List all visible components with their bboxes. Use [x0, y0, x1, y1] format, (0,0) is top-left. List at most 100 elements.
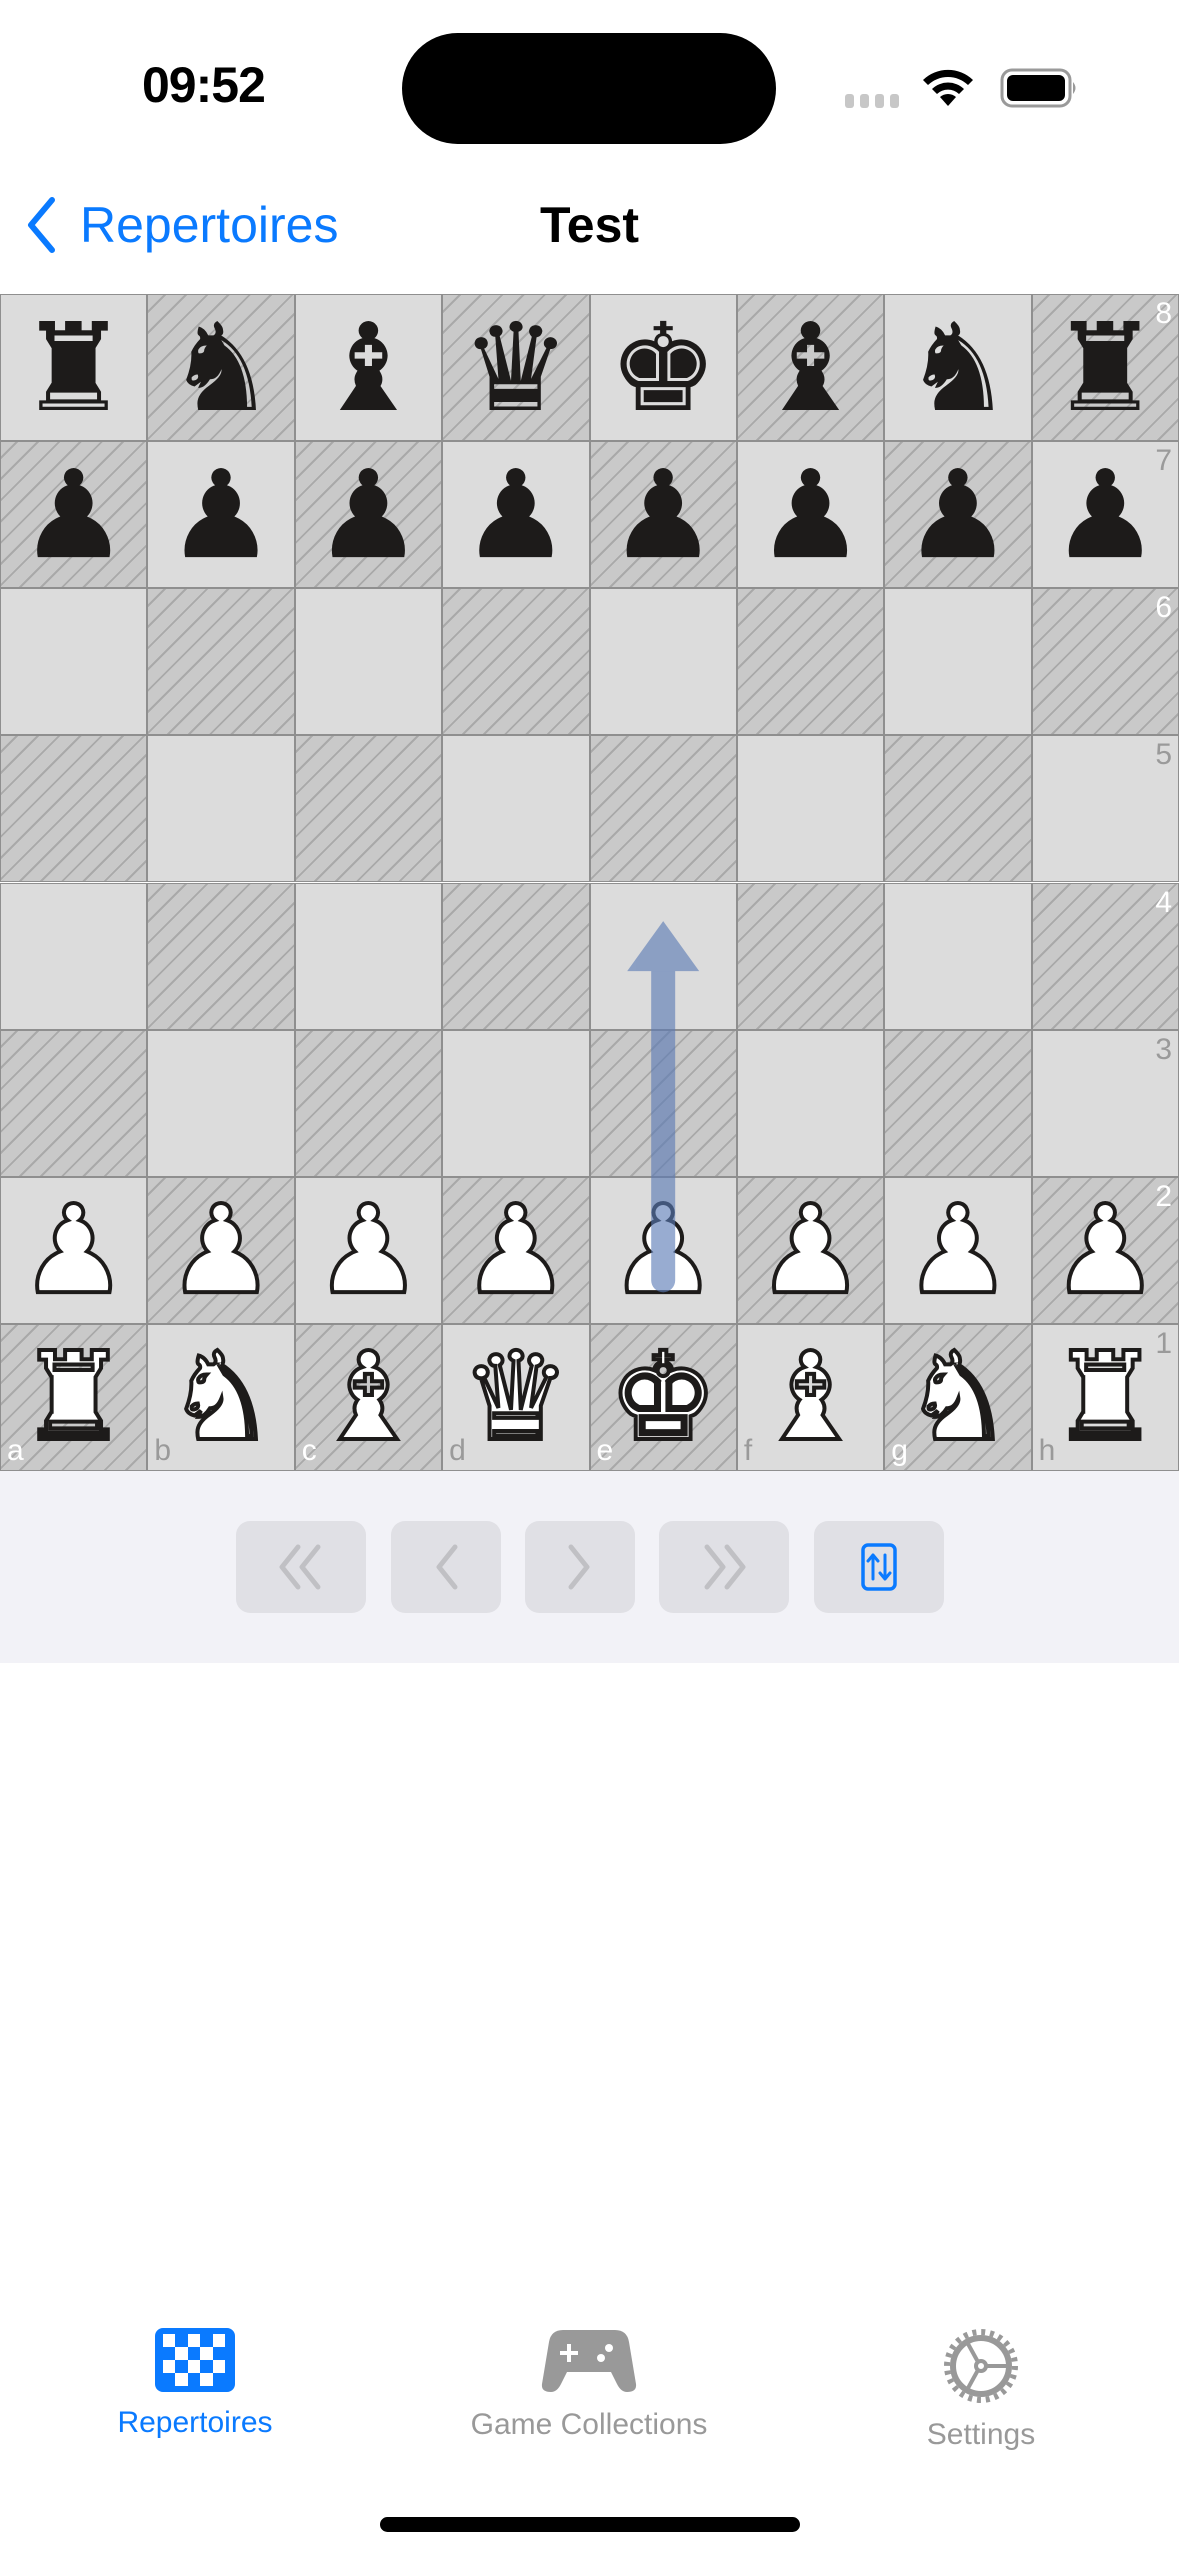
- square-g7[interactable]: ♟: [884, 441, 1032, 589]
- tab-game-collections[interactable]: Game Collections: [439, 2328, 739, 2442]
- white-pawn-piece[interactable]: ♟: [1, 1178, 146, 1323]
- square-g8[interactable]: ♞: [884, 294, 1032, 442]
- square-e8[interactable]: ♚: [589, 294, 737, 442]
- square-b8[interactable]: ♞: [147, 294, 295, 442]
- square-h8[interactable]: ♜ 8: [1031, 294, 1179, 442]
- square-e3[interactable]: [589, 1029, 737, 1177]
- square-c4[interactable]: [294, 882, 443, 1030]
- square-d4[interactable]: [442, 882, 590, 1030]
- square-f4[interactable]: [736, 882, 885, 1030]
- square-e5[interactable]: [589, 735, 737, 883]
- square-b3[interactable]: [147, 1029, 295, 1177]
- square-d7[interactable]: ♟: [442, 441, 590, 589]
- square-b7[interactable]: ♟: [147, 441, 295, 589]
- square-g2[interactable]: ♟: [884, 1176, 1032, 1324]
- square-a1[interactable]: ♜ a: [0, 1323, 148, 1471]
- square-a3[interactable]: [0, 1029, 148, 1177]
- last-move-button[interactable]: [659, 1521, 789, 1613]
- square-h5[interactable]: 5: [1031, 735, 1179, 883]
- square-b4[interactable]: [147, 882, 295, 1030]
- square-h7[interactable]: ♟ 7: [1031, 441, 1179, 589]
- black-king-piece[interactable]: ♚: [591, 295, 736, 440]
- black-knight-piece[interactable]: ♞: [885, 295, 1030, 440]
- square-d2[interactable]: ♟: [442, 1176, 590, 1324]
- white-pawn-piece[interactable]: ♟: [443, 1178, 588, 1323]
- square-d1[interactable]: ♛ d: [442, 1323, 590, 1471]
- square-f2[interactable]: ♟: [736, 1176, 885, 1324]
- square-f8[interactable]: ♝: [736, 294, 885, 442]
- square-f7[interactable]: ♟: [736, 441, 885, 589]
- square-g6[interactable]: [884, 588, 1032, 736]
- tab-repertoires[interactable]: Repertoires: [45, 2328, 345, 2440]
- square-d5[interactable]: [442, 735, 590, 883]
- square-c7[interactable]: ♟: [294, 441, 443, 589]
- square-a5[interactable]: [0, 735, 148, 883]
- square-e2[interactable]: ♟: [589, 1176, 737, 1324]
- square-d3[interactable]: [442, 1029, 590, 1177]
- square-g4[interactable]: [884, 882, 1032, 1030]
- square-c3[interactable]: [294, 1029, 443, 1177]
- first-move-button[interactable]: [236, 1521, 366, 1613]
- tab-settings[interactable]: Settings: [831, 2328, 1131, 2452]
- square-b2[interactable]: ♟: [147, 1176, 295, 1324]
- white-bishop-piece[interactable]: ♝: [738, 1325, 883, 1470]
- white-bishop-piece[interactable]: ♝: [296, 1325, 441, 1470]
- square-h1[interactable]: ♜ 1 h: [1031, 1323, 1179, 1471]
- square-a7[interactable]: ♟: [0, 441, 148, 589]
- white-pawn-piece[interactable]: ♟: [738, 1178, 883, 1323]
- square-c6[interactable]: [294, 588, 443, 736]
- square-h2[interactable]: ♟ 2: [1031, 1176, 1179, 1324]
- file-label: a: [7, 1433, 24, 1467]
- square-e4[interactable]: [589, 882, 737, 1030]
- square-g3[interactable]: [884, 1029, 1032, 1177]
- white-pawn-piece[interactable]: ♟: [591, 1178, 736, 1323]
- square-b5[interactable]: [147, 735, 295, 883]
- square-a4[interactable]: [0, 882, 148, 1030]
- file-label: h: [1038, 1433, 1056, 1467]
- previous-move-button[interactable]: [391, 1521, 501, 1613]
- square-f3[interactable]: [736, 1029, 885, 1177]
- square-c1[interactable]: ♝ c: [294, 1323, 443, 1471]
- black-pawn-piece[interactable]: ♟: [296, 442, 441, 587]
- square-e1[interactable]: ♚ e: [589, 1323, 737, 1471]
- status-time: 09:52: [142, 57, 266, 113]
- white-pawn-piece[interactable]: ♟: [296, 1178, 441, 1323]
- square-b1[interactable]: ♞ b: [147, 1323, 295, 1471]
- black-bishop-piece[interactable]: ♝: [296, 295, 441, 440]
- square-e6[interactable]: [589, 588, 737, 736]
- square-g1[interactable]: ♞ g: [884, 1323, 1032, 1471]
- black-pawn-piece[interactable]: ♟: [885, 442, 1030, 587]
- square-c2[interactable]: ♟: [294, 1176, 443, 1324]
- black-pawn-piece[interactable]: ♟: [1, 442, 146, 587]
- next-move-button[interactable]: [525, 1521, 635, 1613]
- white-pawn-piece[interactable]: ♟: [148, 1178, 293, 1323]
- black-queen-piece[interactable]: ♛: [443, 295, 588, 440]
- square-e7[interactable]: ♟: [589, 441, 737, 589]
- black-pawn-piece[interactable]: ♟: [148, 442, 293, 587]
- square-h3[interactable]: 3: [1031, 1029, 1179, 1177]
- black-pawn-piece[interactable]: ♟: [591, 442, 736, 587]
- square-f1[interactable]: ♝ f: [736, 1323, 885, 1471]
- black-pawn-piece[interactable]: ♟: [443, 442, 588, 587]
- square-c8[interactable]: ♝: [294, 294, 443, 442]
- square-d6[interactable]: [442, 588, 590, 736]
- square-a2[interactable]: ♟: [0, 1176, 148, 1324]
- black-rook-piece[interactable]: ♜: [1, 295, 146, 440]
- square-a6[interactable]: [0, 588, 148, 736]
- black-knight-piece[interactable]: ♞: [148, 295, 293, 440]
- square-h4[interactable]: 4: [1031, 882, 1179, 1030]
- square-g5[interactable]: [884, 735, 1032, 883]
- square-d8[interactable]: ♛: [442, 294, 590, 442]
- flip-board-button[interactable]: [814, 1521, 944, 1613]
- black-bishop-piece[interactable]: ♝: [738, 295, 883, 440]
- square-a8[interactable]: ♜: [0, 294, 148, 442]
- square-h6[interactable]: 6: [1031, 588, 1179, 736]
- chess-board[interactable]: ♜ ♞ ♝ ♛ ♚ ♝ ♞ ♜ 8 ♟ ♟ ♟ ♟ ♟ ♟ ♟ ♟ 7 6 5 4 3 ♟ ♟ ♟ ♟ ♟ ♟ ♟ ♟ 2 ♜ a ♞ b ♝ c ♛ d ♚…: [0, 294, 1179, 1471]
- rank-label: 6: [1155, 591, 1173, 625]
- square-f6[interactable]: [736, 588, 885, 736]
- square-c5[interactable]: [294, 735, 443, 883]
- square-f5[interactable]: [736, 735, 885, 883]
- white-pawn-piece[interactable]: ♟: [885, 1178, 1030, 1323]
- black-pawn-piece[interactable]: ♟: [738, 442, 883, 587]
- square-b6[interactable]: [147, 588, 295, 736]
